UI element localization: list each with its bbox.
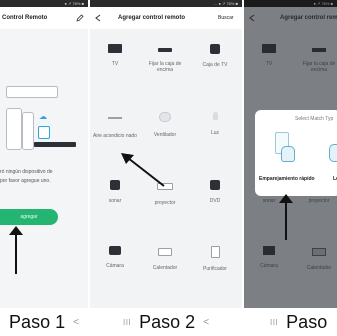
device-camera[interactable]: Cámara bbox=[90, 246, 140, 269]
hand-pointer-icon bbox=[329, 144, 337, 162]
arrow-up-icon bbox=[9, 226, 23, 274]
switch-icon bbox=[38, 126, 50, 139]
device-heater[interactable]: Calentador bbox=[140, 246, 190, 271]
device-dvd[interactable]: DVD bbox=[190, 180, 240, 204]
device-tv[interactable]: TV bbox=[90, 44, 140, 67]
quick-pair-option[interactable]: Emparejamiento rápido bbox=[259, 128, 315, 184]
nav-back-button[interactable]: < bbox=[73, 317, 79, 328]
arrow-diagonal-icon bbox=[121, 153, 165, 187]
set-top-box-icon bbox=[158, 48, 172, 52]
header: Agregar control rem bbox=[244, 7, 337, 29]
hand-pointer-icon bbox=[281, 146, 295, 162]
camera-icon bbox=[263, 246, 275, 255]
device-tv: TV bbox=[244, 44, 294, 67]
set-top-box-icon bbox=[34, 142, 76, 147]
footer: III Paso bbox=[244, 308, 337, 336]
set-top-box-icon bbox=[312, 48, 326, 52]
heater-icon bbox=[312, 248, 326, 256]
header: Agregar control remoto Buscar bbox=[90, 7, 242, 29]
device-tv-box[interactable]: Caja de TV bbox=[190, 44, 240, 68]
page-title: Agregar control remoto bbox=[118, 15, 186, 21]
nav-home-button[interactable]: III bbox=[123, 318, 131, 327]
empty-state-message: ró ningún dispositivo de por favor agreg… bbox=[0, 169, 53, 184]
dialog-title: Select Match Typ bbox=[295, 116, 334, 122]
search-button[interactable]: Buscar bbox=[218, 7, 234, 29]
match-type-dialog: Select Match Typ Emparejamiento rápido L… bbox=[255, 110, 337, 196]
add-button[interactable]: agregar bbox=[0, 209, 58, 225]
fan-icon bbox=[159, 112, 171, 122]
nav-back-button[interactable]: < bbox=[203, 317, 209, 328]
pencil-icon[interactable] bbox=[76, 14, 84, 22]
air-conditioner-icon bbox=[6, 86, 58, 98]
panel-step-3: ● ↗ 76% ■ Agregar control rem TV Fijar l… bbox=[244, 0, 337, 336]
footer: Paso 1 < bbox=[0, 308, 88, 336]
status-bar: ● ↗ 76% ■ bbox=[244, 0, 337, 7]
status-bar: ● ↗ 76% ■ bbox=[0, 0, 88, 7]
tv-box-icon bbox=[210, 44, 220, 54]
tv-icon bbox=[262, 44, 276, 53]
dvd-icon bbox=[210, 180, 220, 190]
page-title: Agregar control rem bbox=[280, 15, 337, 21]
remote-control-icon bbox=[22, 112, 34, 150]
page-title: Control Remoto bbox=[2, 15, 48, 21]
light-bulb-icon bbox=[212, 112, 218, 120]
device-purifier[interactable]: Purificador bbox=[190, 246, 240, 272]
step-label: Paso bbox=[286, 311, 328, 332]
footer: III Paso 2 < bbox=[90, 308, 242, 336]
remote-control-icon bbox=[6, 108, 22, 150]
option-label-other: Le bbox=[333, 176, 337, 182]
status-bar: … ● ↗ 76% ■ bbox=[90, 0, 242, 7]
device-heater: Calentador bbox=[294, 246, 337, 271]
arrow-up-icon bbox=[279, 194, 293, 240]
back-arrow-icon[interactable] bbox=[248, 14, 256, 22]
device-light[interactable]: Luz bbox=[190, 112, 240, 136]
device-set-top-box[interactable]: Fijar la caja de encima bbox=[140, 44, 190, 73]
other-pair-option[interactable]: Le bbox=[321, 128, 337, 184]
device-camera: Cámara bbox=[244, 246, 294, 269]
option-label-quick: Emparejamiento rápido bbox=[259, 176, 315, 182]
devices-illustration: ☁ bbox=[0, 70, 88, 160]
step-label: Paso 2 bbox=[139, 311, 196, 332]
panel-step-2: … ● ↗ 76% ■ Agregar control remoto Busca… bbox=[90, 0, 242, 336]
header: Control Remoto bbox=[0, 7, 88, 29]
nav-home-button[interactable]: III bbox=[270, 318, 278, 327]
device-projector: proyector bbox=[308, 198, 330, 204]
tv-icon bbox=[108, 44, 122, 53]
back-arrow-icon[interactable] bbox=[94, 14, 102, 22]
wifi-icon: ☁ bbox=[39, 112, 47, 121]
air-conditioner-icon bbox=[108, 117, 122, 119]
purifier-icon bbox=[210, 246, 220, 258]
heater-icon bbox=[158, 248, 172, 256]
device-air-conditioner[interactable]: Aire acondicio nado bbox=[90, 112, 140, 139]
device-set-top-box: Fijar la caja de encima bbox=[294, 44, 337, 73]
device-fan[interactable]: Ventilador bbox=[140, 112, 190, 138]
step-label: Paso 1 bbox=[9, 311, 66, 332]
camera-icon bbox=[109, 246, 121, 255]
panel-step-1: ● ↗ 76% ■ Control Remoto ☁ ró ningún dis… bbox=[0, 0, 88, 336]
